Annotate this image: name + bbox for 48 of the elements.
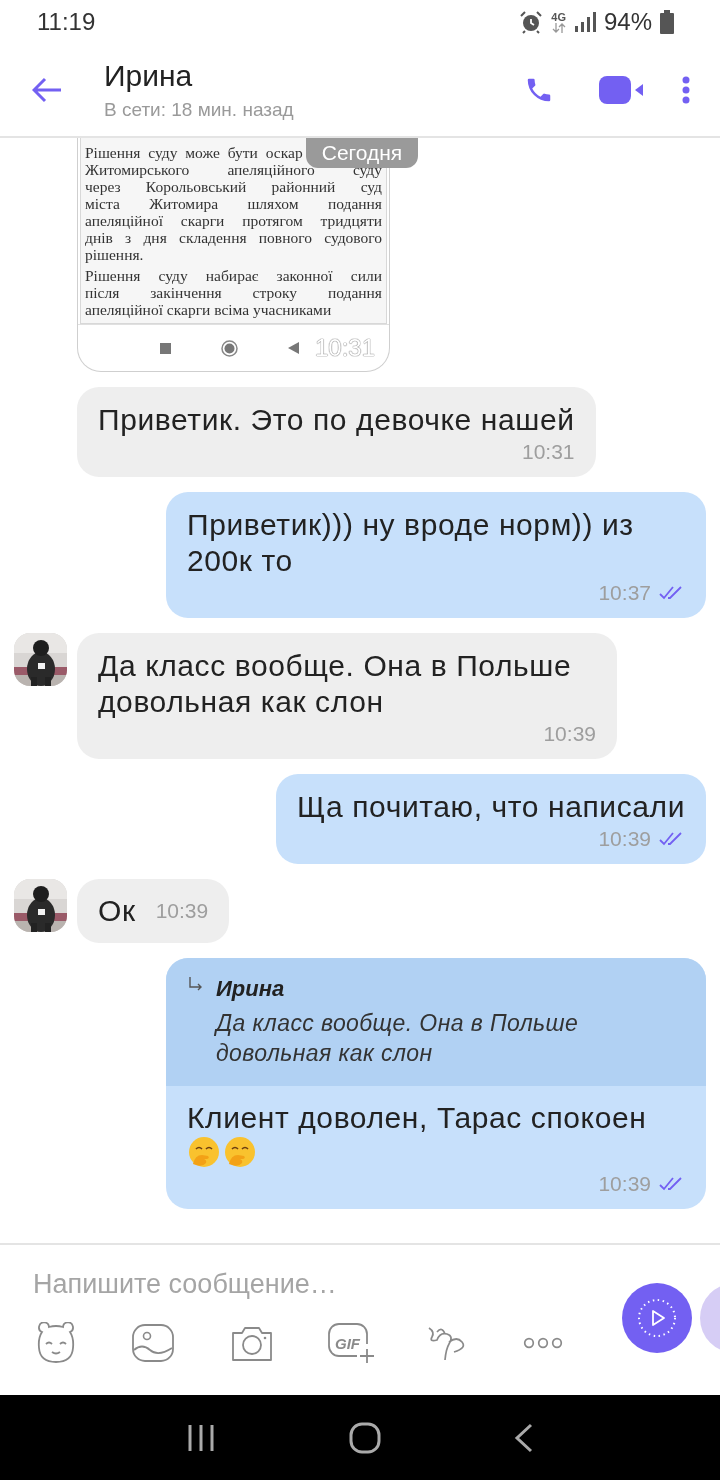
message-time: 10:39 — [598, 1172, 651, 1196]
signal-icon — [573, 11, 596, 33]
message-bubble[interactable]: Ирина Да класс вообще. Она в Польше довольная как слон Клиент доволен, Тарас спокоен 10:39 — [166, 958, 706, 1209]
message-text: Приветик. Это по девочке нашей — [98, 402, 575, 438]
message-time: 10:31 — [521, 440, 575, 464]
message-time: 10:39 — [598, 827, 651, 851]
square-icon — [160, 342, 171, 354]
quote-text: Да класс вообще. Она в Польше довольная как слон — [216, 1009, 580, 1068]
play-icon — [635, 1296, 679, 1340]
quote-author: Ирина — [216, 976, 286, 1002]
quoted-message[interactable]: Ирина Да класс вообще. Она в Польше довольная как слон — [166, 958, 706, 1086]
message-time: 10:31 — [315, 334, 376, 362]
message-input[interactable]: Напишите сообщение… — [33, 1269, 593, 1300]
last-seen-status: В сети: 18 мин. назад — [104, 99, 294, 121]
message-bubble[interactable]: Приветик))) ну вроде норм)) из 200к то 10:37 — [166, 492, 706, 618]
message-text: Приветик))) ну вроде норм)) из 200к то — [187, 507, 635, 579]
image-icon — [131, 1323, 175, 1363]
message-bubble[interactable]: Да класс вообще. Она в Польше довольная как слон 10:39 — [77, 633, 617, 759]
message-text: Клиент доволен, Тарас спокоен — [187, 1100, 648, 1136]
alarm-icon — [519, 10, 544, 34]
more-options-button[interactable] — [682, 76, 690, 104]
message-text: Ща почитаю, что написали — [296, 789, 685, 825]
document-paragraph: Рішення суду набирає законної сили після закінчення строку подання апеляційної скарги всіма учасниками — [85, 267, 382, 318]
video-call-button[interactable] — [599, 76, 644, 104]
smiling-face-icon — [223, 1136, 257, 1170]
back-triangle-icon — [288, 342, 299, 354]
message-time: 10:37 — [598, 581, 651, 605]
battery-icon — [660, 10, 674, 34]
message-time: 10:39 — [543, 722, 596, 746]
smiling-face-icon — [187, 1136, 221, 1170]
document-line: Рішення суду може бути оскар — [85, 144, 303, 161]
battery-percent: 94% — [603, 8, 652, 36]
more-icon — [523, 1336, 563, 1350]
back-button[interactable] — [32, 77, 62, 103]
recent-apps-button[interactable] — [186, 1422, 217, 1453]
message-text: Да класс вообще. Она в Польше довольная как слон — [98, 648, 573, 720]
message-time: 10:39 — [155, 899, 209, 923]
message-bubble[interactable]: Приветик. Это по девочке нашей 10:31 — [77, 387, 596, 477]
home-button[interactable] — [349, 1421, 381, 1454]
clock-time: 11:19 — [37, 8, 96, 36]
record-icon — [221, 339, 238, 357]
message-bubble[interactable]: Ща почитаю, что написали 10:39 — [275, 774, 706, 864]
back-nav-button[interactable] — [513, 1422, 534, 1453]
contact-name: Ирина — [104, 59, 194, 93]
date-label: Сегодня — [306, 138, 418, 168]
network-type: 4G — [551, 11, 566, 33]
message-text: Ок — [98, 893, 136, 929]
message-bubble[interactable]: Ок 10:39 — [77, 879, 230, 943]
